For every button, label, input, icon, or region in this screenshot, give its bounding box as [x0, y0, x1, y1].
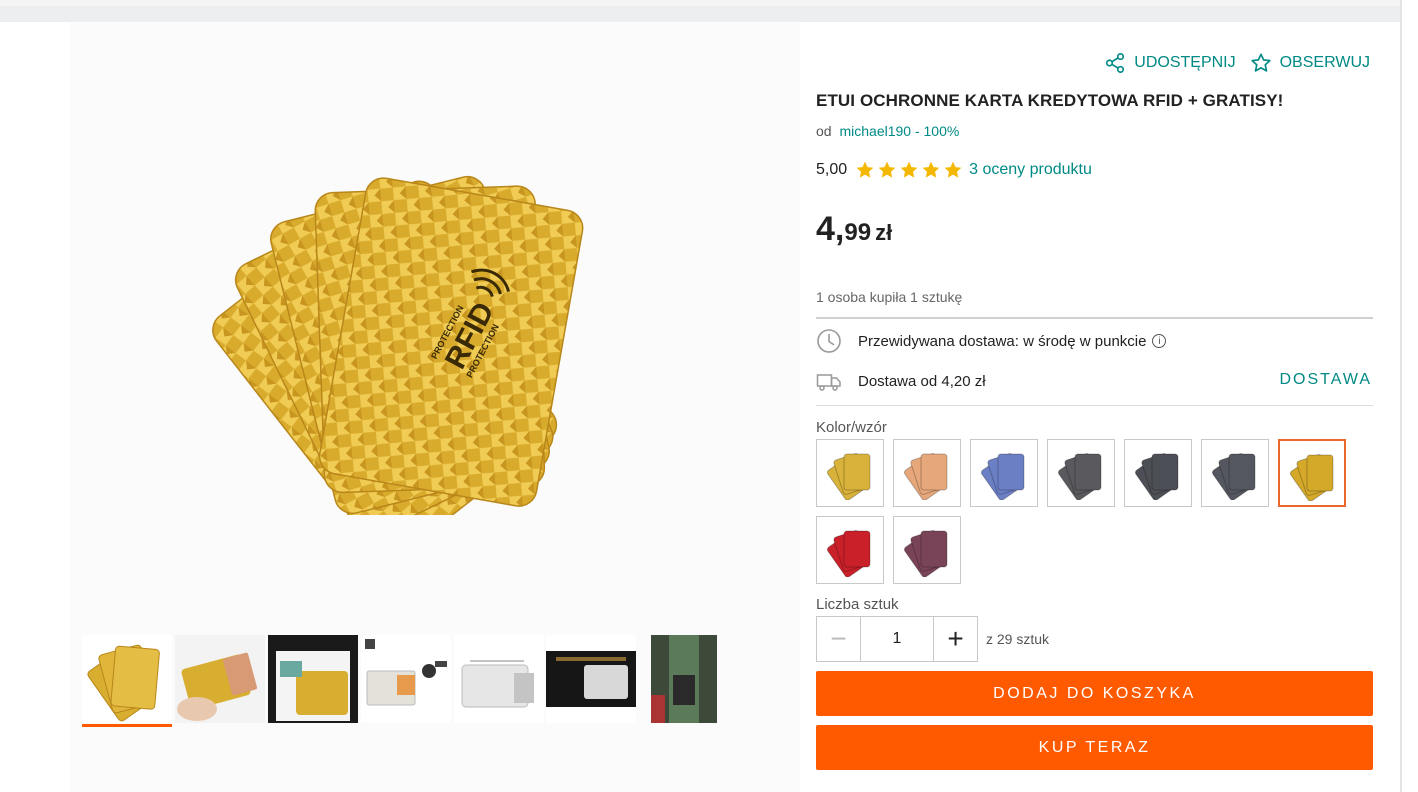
share-label: UDOSTĘPNIJ — [1134, 54, 1236, 71]
quantity-stepper: − 1 + — [816, 616, 978, 662]
page-scroll-edge — [1400, 0, 1418, 792]
variant-swatch[interactable] — [893, 439, 961, 507]
rating-star-icon — [922, 161, 940, 178]
clock-icon — [817, 329, 841, 353]
quantity-available: z 29 sztuk — [986, 631, 1050, 647]
thumbnail-1[interactable] — [82, 635, 172, 727]
divider — [816, 317, 1373, 319]
variant-swatch-image — [826, 530, 871, 577]
thumbnail-5[interactable] — [454, 635, 544, 723]
watch-label: OBSERWUJ — [1279, 54, 1370, 71]
thumbnail-4[interactable] — [361, 635, 451, 723]
watch-button[interactable]: OBSERWUJ — [1250, 52, 1370, 74]
rating-stars — [855, 160, 963, 180]
rating-count-link[interactable]: 3 oceny produktu — [969, 161, 1092, 179]
rating-star-icon — [900, 161, 918, 178]
variant-swatch-image — [1057, 453, 1102, 500]
variant-swatch-image — [980, 453, 1025, 500]
variant-swatch-image — [903, 530, 948, 577]
rating-star-icon — [878, 161, 896, 178]
quantity-label: Liczba sztuk — [816, 596, 899, 613]
main-product-image[interactable]: PROTECTION RFID PROTECTION — [200, 175, 620, 557]
buy-now-button[interactable]: KUP TERAZ — [816, 725, 1373, 770]
thumbnail-3[interactable] — [268, 635, 358, 723]
thumbnail-2[interactable] — [175, 635, 265, 723]
variant-swatch[interactable] — [816, 439, 884, 507]
star-outline-icon — [1250, 53, 1271, 72]
price-integer: 4, — [816, 210, 845, 248]
seller-link[interactable]: michael190 - 100% — [839, 123, 959, 139]
variant-swatch[interactable] — [1047, 439, 1115, 507]
variant-swatch[interactable] — [1124, 439, 1192, 507]
rating-value: 5,00 — [816, 161, 848, 178]
variant-swatch[interactable] — [1201, 439, 1269, 507]
delivery-estimate-text: Przewidywana dostawa: w środę w punkcie — [858, 332, 1147, 350]
delivery-cost: Dostawa od 4,20 zł — [816, 368, 986, 394]
share-button[interactable]: UDOSTĘPNIJ — [1104, 52, 1236, 74]
price-decimal: 99 — [844, 219, 872, 246]
header-actions: UDOSTĘPNIJ OBSERWUJ — [1104, 52, 1370, 74]
product-title: ETUI OCHRONNE KARTA KREDYTOWA RFID + GRA… — [816, 91, 1284, 110]
sold-count: 1 osoba kupiła 1 sztukę — [816, 289, 963, 305]
variant-swatch[interactable] — [1278, 439, 1346, 507]
variant-label: Kolor/wzór — [816, 419, 887, 436]
delivery-estimate: Przewidywana dostawa: w środę w punkcie … — [816, 328, 1167, 354]
variant-swatch[interactable] — [893, 516, 961, 584]
delivery-link[interactable]: DOSTAWA — [1279, 371, 1372, 389]
variant-swatch-image — [1134, 453, 1179, 500]
product-rating: 5,00 3 oceny produktu — [816, 160, 1092, 180]
price-currency: zł — [875, 220, 893, 245]
seller-info: od michael190 - 100% — [816, 123, 959, 139]
rating-star-icon — [856, 161, 874, 178]
thumbnail-6[interactable] — [546, 635, 636, 723]
truck-icon — [816, 374, 841, 391]
variant-swatch-image — [826, 453, 871, 500]
info-icon[interactable]: i — [1152, 334, 1167, 348]
seller-prefix: od — [816, 123, 832, 139]
share-icon — [1106, 53, 1125, 73]
variant-swatch-image — [1289, 454, 1334, 501]
variant-swatch[interactable] — [970, 439, 1038, 507]
rating-star-icon — [944, 161, 962, 178]
variant-swatch-image — [903, 453, 948, 500]
quantity-decrease-button[interactable]: − — [816, 616, 861, 662]
product-price: 4,99 zł — [816, 210, 892, 249]
quantity-increase-button[interactable]: + — [933, 616, 978, 662]
quantity-input[interactable]: 1 — [861, 616, 933, 662]
variant-swatch[interactable] — [816, 516, 884, 584]
delivery-cost-text: Dostawa od 4,20 zł — [858, 372, 986, 390]
add-to-cart-button[interactable]: DODAJ DO KOSZYKA — [816, 671, 1373, 716]
thumbnail-7[interactable] — [651, 635, 717, 723]
variant-swatch-image — [1211, 453, 1256, 500]
top-strip — [0, 0, 1400, 6]
divider — [816, 405, 1373, 406]
